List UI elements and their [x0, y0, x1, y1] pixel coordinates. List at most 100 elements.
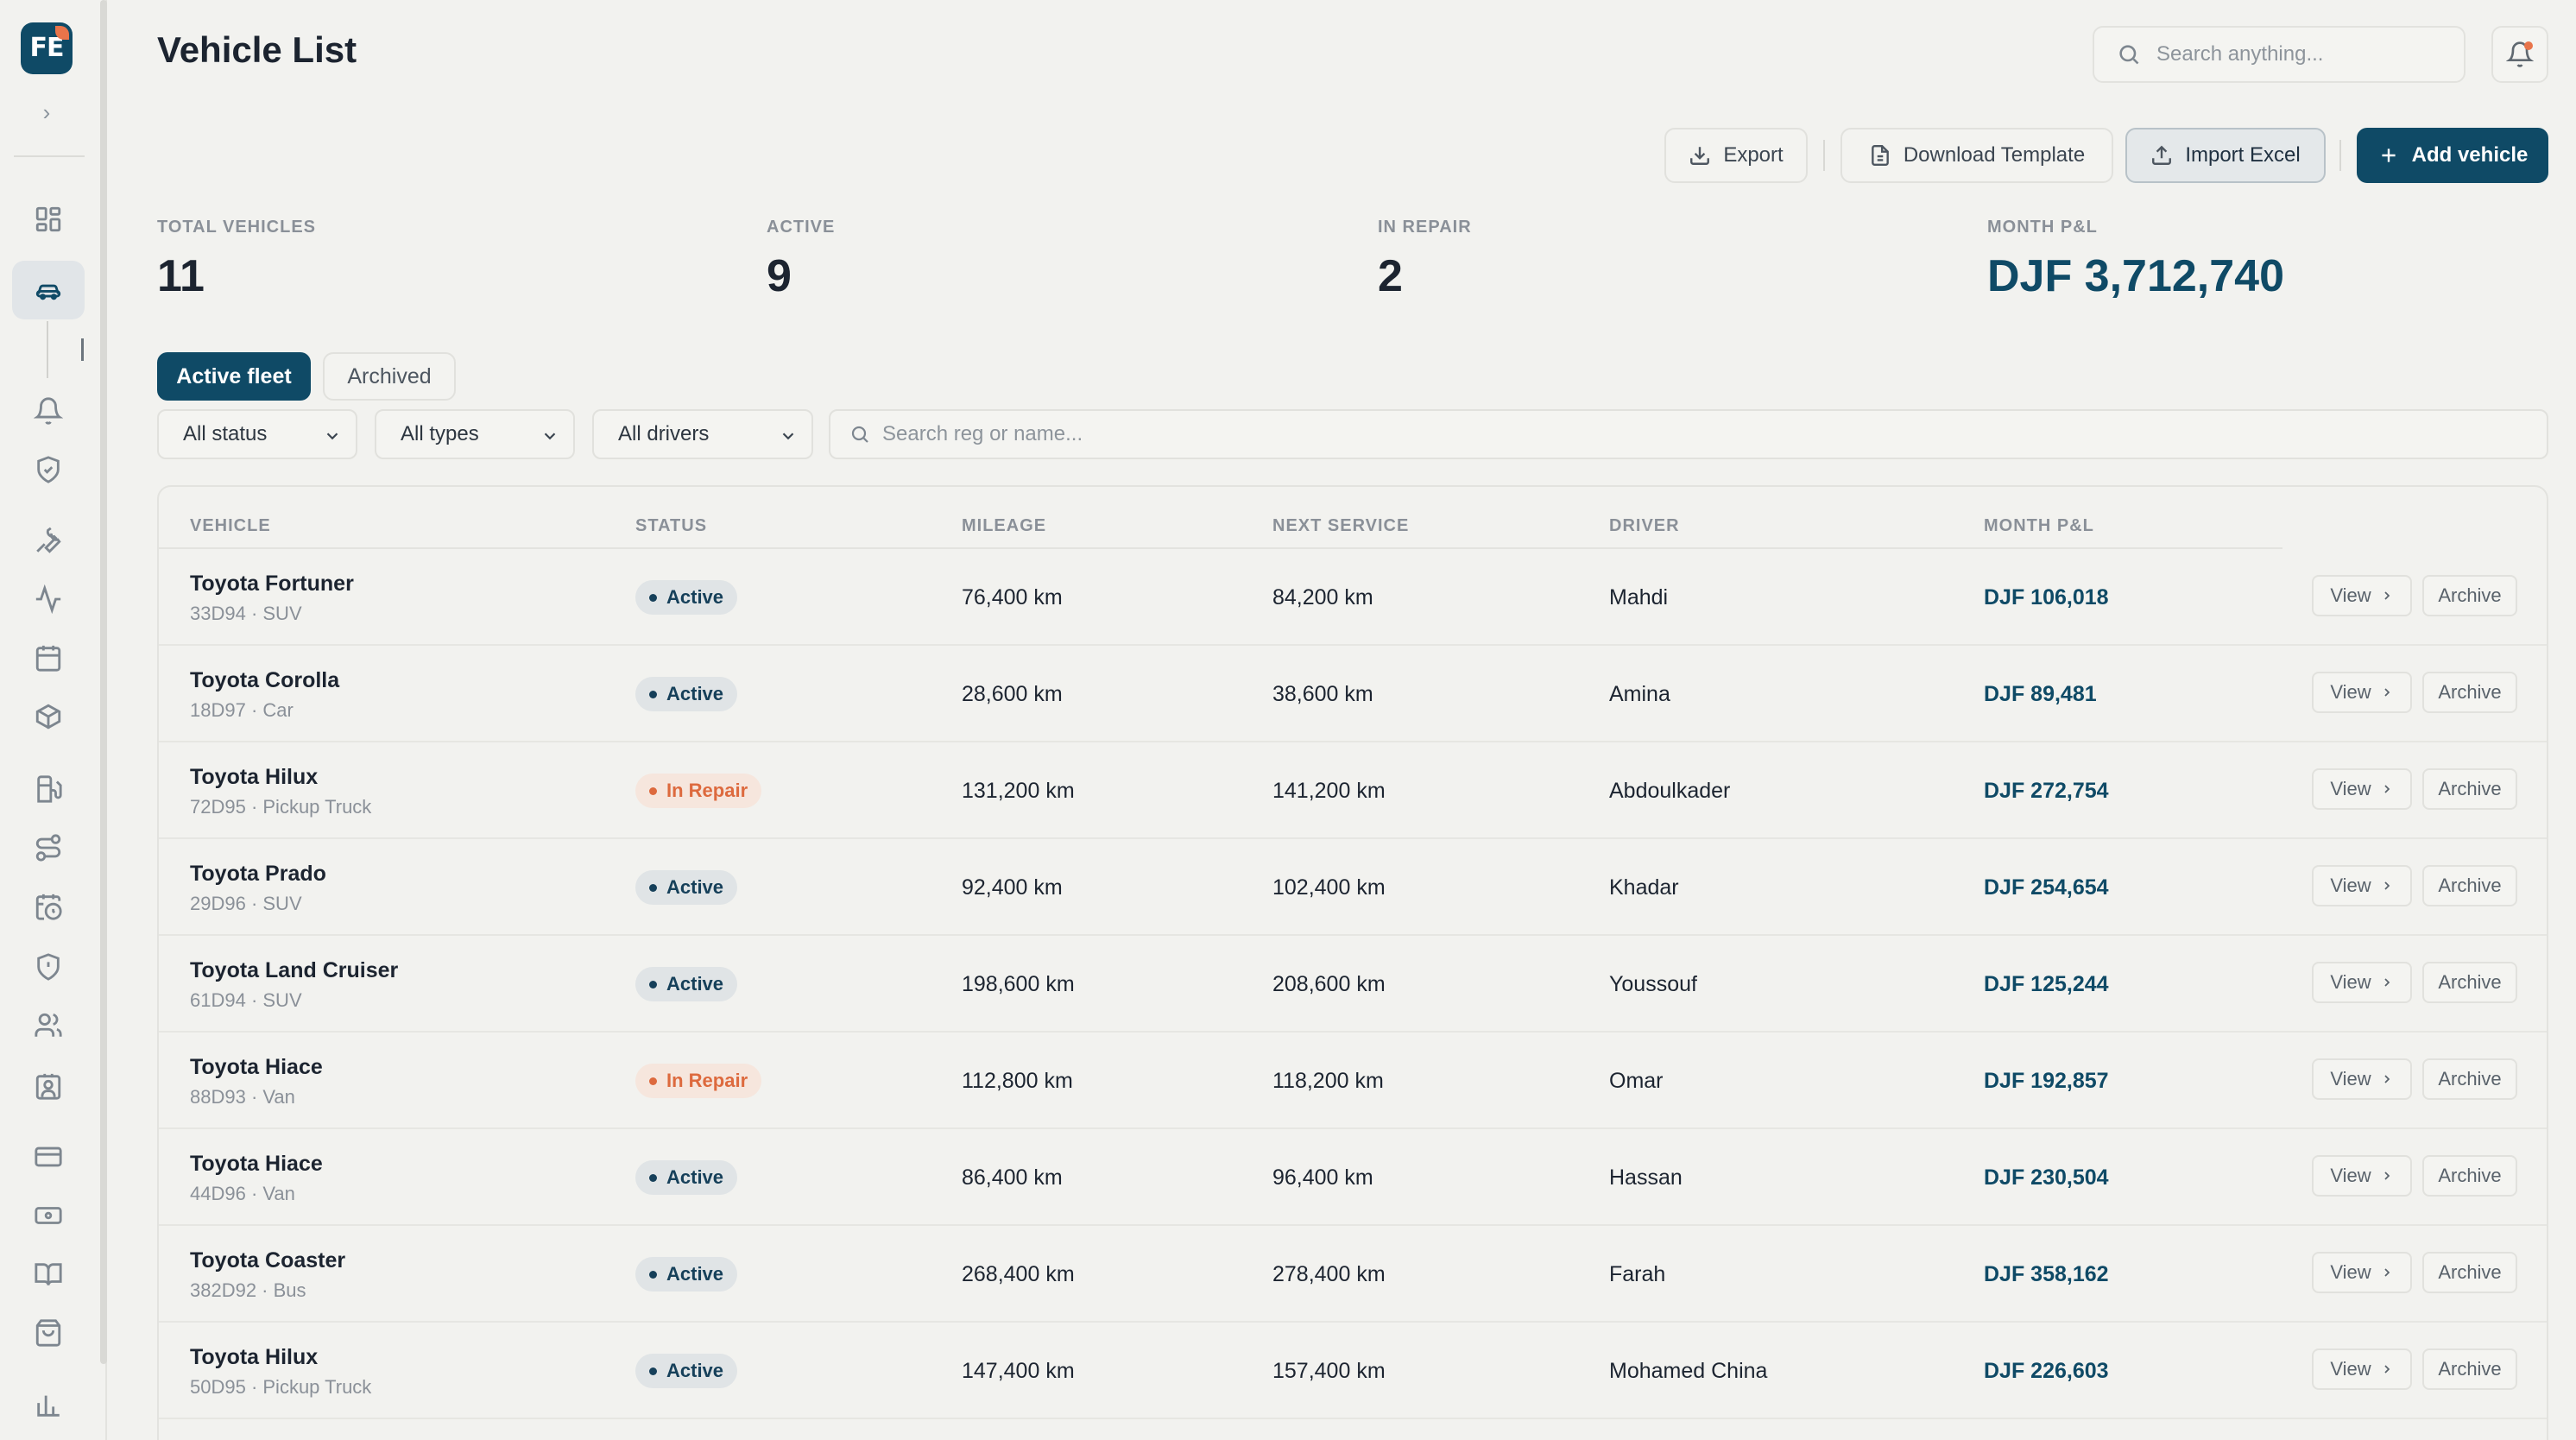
sidebar-item-compliance[interactable] — [12, 440, 85, 499]
view-button[interactable]: View — [2312, 865, 2412, 906]
banknote-icon — [35, 1207, 62, 1224]
table-row[interactable]: Toyota Prado 29D96 · SUV Active 92,400 k… — [159, 839, 2547, 936]
view-button[interactable]: View — [2312, 1252, 2412, 1293]
sidebar-scrollbar[interactable] — [100, 0, 107, 1364]
chevron-right-icon — [2384, 1365, 2390, 1374]
sidebar-item-inventory[interactable] — [12, 687, 85, 746]
archive-button[interactable]: Archive — [2422, 1348, 2517, 1390]
global-search-input[interactable]: Search anything... — [2093, 26, 2466, 83]
view-button[interactable]: View — [2312, 1058, 2412, 1100]
calendar-clock-icon — [35, 894, 62, 920]
sidebar-item-payments[interactable] — [12, 1127, 85, 1186]
column-header-driver[interactable]: DRIVER — [1609, 516, 1680, 536]
column-header-vehicle[interactable]: VEHICLE — [190, 516, 271, 536]
table-row[interactable]: Toyota Fortuner 33D94 · SUV Active 76,40… — [159, 549, 2547, 646]
sidebar-item-drivers[interactable] — [12, 996, 85, 1055]
chevron-right-icon — [2384, 881, 2390, 890]
chevron-right-icon — [2384, 1172, 2390, 1180]
app-logo[interactable]: FE — [21, 22, 73, 74]
sidebar-item-dashboard[interactable] — [12, 190, 85, 249]
plus-icon — [2382, 148, 2396, 162]
archive-button[interactable]: Archive — [2422, 768, 2517, 810]
archive-label: Archive — [2438, 584, 2502, 606]
vehicle-search-input[interactable]: Search reg or name... — [829, 409, 2548, 459]
chevron-right-icon — [2384, 1075, 2390, 1083]
vehicle-reg-type: 72D95 · Pickup Truck — [190, 796, 372, 818]
table-row[interactable]: Toyota Hiace 44D96 · Van Active 86,400 k… — [159, 1129, 2547, 1226]
mileage-cell: 92,400 km — [962, 875, 1063, 900]
type-filter-value: All types — [401, 422, 479, 445]
status-badge: In Repair — [635, 1064, 762, 1098]
column-header-next-service[interactable]: NEXT SERVICE — [1272, 516, 1409, 536]
view-button[interactable]: View — [2312, 1348, 2412, 1390]
status-badge: Active — [635, 870, 738, 905]
vehicle-reg-type: 18D97 · Car — [190, 699, 294, 721]
book-icon — [35, 1263, 62, 1286]
sidebar-item-cash[interactable] — [12, 1186, 85, 1245]
next-service-cell: 208,600 km — [1272, 972, 1386, 996]
sidebar-item-insurance[interactable] — [12, 938, 85, 996]
sidebar-item-vehicles[interactable] — [12, 261, 85, 319]
column-header-month-pl[interactable]: MONTH P&L — [1984, 516, 2094, 536]
import-excel-button[interactable]: Import Excel — [2125, 128, 2326, 183]
status-filter-select[interactable]: All status — [157, 409, 357, 459]
table-row[interactable]: Toyota Hilux 72D95 · Pickup Truck In Rep… — [159, 742, 2547, 839]
sidebar-item-calendar[interactable] — [12, 628, 85, 687]
archive-button[interactable]: Archive — [2422, 865, 2517, 906]
export-button[interactable]: Export — [1664, 128, 1808, 183]
notification-dot — [2524, 41, 2533, 50]
archive-button[interactable]: Archive — [2422, 1058, 2517, 1100]
sidebar-item-maintenance[interactable] — [12, 511, 85, 570]
month-pl-cell: DJF 89,481 — [1984, 682, 2097, 706]
id-badge-icon — [35, 1073, 61, 1100]
file-icon — [1871, 144, 1889, 167]
sidebar-item-fuel[interactable] — [12, 760, 85, 818]
archive-button[interactable]: Archive — [2422, 672, 2517, 713]
archive-button[interactable]: Archive — [2422, 575, 2517, 616]
add-vehicle-label: Add vehicle — [2411, 143, 2529, 167]
table-row[interactable]: Toyota Hiace 88D93 · Van In Repair 112,8… — [159, 1033, 2547, 1129]
column-header-mileage[interactable]: MILEAGE — [962, 516, 1046, 536]
view-button[interactable]: View — [2312, 575, 2412, 616]
view-button[interactable]: View — [2312, 768, 2412, 810]
tab-archived[interactable]: Archived — [323, 352, 456, 401]
sidebar-item-routes[interactable] — [12, 818, 85, 877]
vehicle-name: Toyota Prado — [190, 862, 326, 886]
sidebar-item-ledger[interactable] — [12, 1245, 85, 1304]
view-button[interactable]: View — [2312, 1155, 2412, 1197]
sidebar-item-staff[interactable] — [12, 1057, 85, 1115]
sidebar-item-schedule[interactable] — [12, 877, 85, 936]
tab-active-fleet[interactable]: Active fleet — [157, 352, 311, 401]
view-button[interactable]: View — [2312, 962, 2412, 1003]
type-filter-select[interactable]: All types — [375, 409, 575, 459]
notifications-button[interactable] — [2491, 26, 2548, 83]
sidebar-item-reports[interactable] — [12, 1376, 85, 1435]
app-root: FE › Vehicle List Search anything... Exp… — [0, 0, 2576, 1440]
add-vehicle-button[interactable]: Add vehicle — [2357, 128, 2548, 183]
import-excel-label: Import Excel — [2185, 143, 2301, 167]
route-icon — [35, 834, 61, 862]
sidebar-item-alerts[interactable] — [12, 382, 85, 440]
sidebar-item-purchases[interactable] — [12, 1304, 85, 1362]
table-row[interactable]: Toyota Hilux 50D95 · Pickup Truck Active… — [159, 1323, 2547, 1419]
sidebar-subitem-indicator[interactable] — [81, 338, 84, 361]
view-button[interactable]: View — [2312, 672, 2412, 713]
table-row[interactable]: Toyota Land Cruiser 61D94 · SUV Active 1… — [159, 936, 2547, 1033]
table-row[interactable]: Toyota Corolla 18D97 · Car Active 28,600… — [159, 646, 2547, 742]
archive-label: Archive — [2438, 1358, 2502, 1380]
download-template-button[interactable]: Download Template — [1840, 128, 2113, 183]
archive-button[interactable]: Archive — [2422, 1155, 2517, 1197]
table-row[interactable]: Toyota Coaster 382D92 · Bus Active 268,4… — [159, 1226, 2547, 1323]
sidebar-item-activity[interactable] — [12, 570, 85, 628]
expand-sidebar-chevron-icon[interactable]: › — [33, 97, 60, 128]
archive-button[interactable]: Archive — [2422, 1252, 2517, 1293]
archive-button[interactable]: Archive — [2422, 962, 2517, 1003]
driver-filter-value: All drivers — [618, 422, 710, 445]
export-label: Export — [1723, 143, 1784, 167]
wrench-icon — [36, 527, 61, 553]
driver-filter-select[interactable]: All drivers — [592, 409, 813, 459]
dashboard-icon — [35, 206, 61, 232]
view-label: View — [2330, 1358, 2371, 1380]
month-pl-cell: DJF 230,504 — [1984, 1165, 2109, 1190]
column-header-status[interactable]: STATUS — [635, 516, 707, 536]
